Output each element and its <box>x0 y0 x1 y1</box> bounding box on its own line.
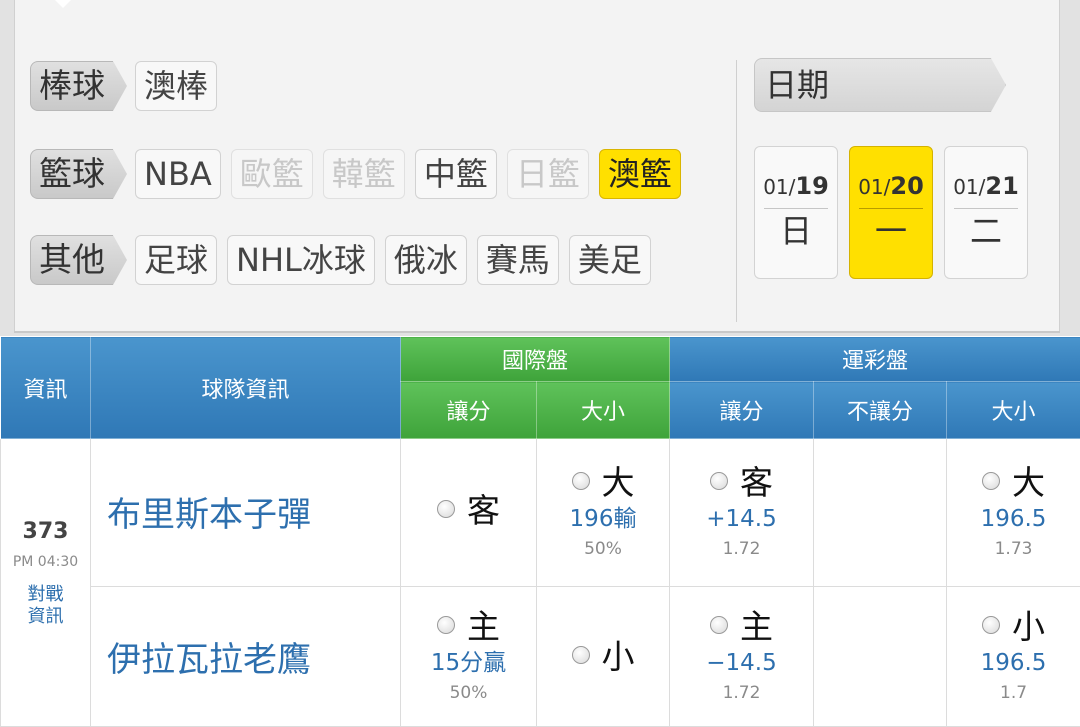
away-lottery-total-cell[interactable]: 大 196.5 1.73 <box>947 439 1080 587</box>
date-day: 20 <box>890 172 923 200</box>
total-odds: 1.7 <box>947 679 1080 707</box>
versus-line2: 資訊 <box>1 606 90 628</box>
league-tag: 歐籃 <box>231 149 313 199</box>
radio-icon[interactable] <box>710 472 728 490</box>
spread-line: 15分贏 <box>401 647 536 679</box>
odds-table: 資訊 球隊資訊 國際盤 運彩盤 讓分 大小 讓分 不讓分 大小 373 PM 0… <box>0 336 1080 727</box>
table-header-row: 資訊 球隊資訊 國際盤 運彩盤 <box>1 337 1080 382</box>
radio-icon[interactable] <box>982 616 1000 634</box>
divider <box>859 208 923 209</box>
league-tag[interactable]: 足球 <box>135 235 217 285</box>
away-lottery-spread-cell[interactable]: 客 +14.5 1.72 <box>670 439 814 587</box>
header-intl-total: 大小 <box>537 382 670 439</box>
radio-icon[interactable] <box>982 472 1000 490</box>
date-month: 01/ <box>858 175 890 199</box>
pick-label: 客 <box>740 463 773 502</box>
divider <box>764 208 828 209</box>
header-info: 資訊 <box>1 337 91 439</box>
versus-info-link[interactable]: 對戰 資訊 <box>1 584 90 628</box>
spread-line: −14.5 <box>670 647 813 679</box>
panel-pointer <box>55 0 71 8</box>
category-other[interactable]: 其他 <box>30 235 113 285</box>
header-sports-lottery: 運彩盤 <box>670 337 1080 382</box>
radio-icon[interactable] <box>572 472 590 490</box>
home-lottery-total-cell[interactable]: 小 196.5 1.7 <box>947 587 1080 727</box>
pick-label: 大 <box>1012 463 1045 502</box>
table-row-away: 373 PM 04:30 對戰 資訊 布里斯本子彈 客 大 196輸 50% 客… <box>1 439 1080 587</box>
category-baseball[interactable]: 棒球 <box>30 61 113 111</box>
away-intl-spread-cell[interactable]: 客 <box>401 439 537 587</box>
radio-icon[interactable] <box>710 616 728 634</box>
category-basketball[interactable]: 籃球 <box>30 149 113 199</box>
away-intl-total-cell[interactable]: 大 196輸 50% <box>537 439 670 587</box>
league-tag[interactable]: 中籃 <box>415 149 497 199</box>
pick-label: 大 <box>602 463 635 502</box>
pick-label: 主 <box>740 607 773 646</box>
date-month: 01/ <box>953 175 985 199</box>
date-header: 日期 <box>754 58 1006 112</box>
date-day: 21 <box>985 172 1018 200</box>
header-lottery-total: 大小 <box>947 382 1080 439</box>
home-lottery-moneyline-cell <box>814 587 947 727</box>
date-weekday: 日 <box>755 211 837 251</box>
home-intl-spread-cell[interactable]: 主 15分贏 50% <box>401 587 537 727</box>
date-option-selected[interactable]: 01/20 一 <box>849 146 933 279</box>
pick-label: 小 <box>602 637 635 676</box>
game-number: 373 <box>1 519 90 544</box>
league-tag-selected[interactable]: 澳籃 <box>599 149 681 199</box>
header-lottery-spread: 讓分 <box>670 382 814 439</box>
header-team-info: 球隊資訊 <box>91 337 401 439</box>
pick-label: 小 <box>1012 607 1045 646</box>
header-intl-spread: 讓分 <box>401 382 537 439</box>
league-tag[interactable]: NBA <box>135 149 221 199</box>
league-tag[interactable]: 賽馬 <box>477 235 559 285</box>
game-info-cell: 373 PM 04:30 對戰 資訊 <box>1 439 91 727</box>
header-lottery-moneyline: 不讓分 <box>814 382 947 439</box>
league-tag: 韓籃 <box>323 149 405 199</box>
league-tag[interactable]: 澳棒 <box>135 61 217 111</box>
spread-odds: 1.72 <box>670 679 813 707</box>
table-row-home: 伊拉瓦拉老鷹 主 15分贏 50% 小 主 −14.5 1.72 小 196.5… <box>1 587 1080 727</box>
date-option[interactable]: 01/21 二 <box>944 146 1028 279</box>
date-month: 01/ <box>763 175 795 199</box>
home-team-name: 伊拉瓦拉老鷹 <box>91 587 401 727</box>
divider <box>736 60 737 322</box>
total-line: 196.5 <box>947 647 1080 679</box>
total-line: 196.5 <box>947 503 1080 535</box>
radio-icon[interactable] <box>437 616 455 634</box>
total-odds: 1.73 <box>947 535 1080 563</box>
spread-percent: 50% <box>401 679 536 707</box>
date-option[interactable]: 01/19 日 <box>754 146 838 279</box>
filter-row-other: 其他 足球 NHL冰球 俄冰 賽馬 美足 <box>30 235 661 285</box>
league-tag: 日籃 <box>507 149 589 199</box>
league-tag[interactable]: NHL冰球 <box>227 235 375 285</box>
filter-row-baseball: 棒球 澳棒 <box>30 61 227 111</box>
radio-icon[interactable] <box>572 646 590 664</box>
home-intl-total-cell[interactable]: 小 <box>537 587 670 727</box>
league-tag[interactable]: 美足 <box>569 235 651 285</box>
total-line: 196輸 <box>537 503 669 535</box>
pick-label: 主 <box>467 607 500 646</box>
away-team-name: 布里斯本子彈 <box>91 439 401 587</box>
total-percent: 50% <box>537 535 669 563</box>
game-time: PM 04:30 <box>1 554 90 570</box>
date-weekday: 二 <box>945 211 1027 251</box>
away-lottery-moneyline-cell <box>814 439 947 587</box>
filter-row-basketball: 籃球 NBA 歐籃 韓籃 中籃 日籃 澳籃 <box>30 149 691 199</box>
league-tag[interactable]: 俄冰 <box>385 235 467 285</box>
header-intl: 國際盤 <box>401 337 670 382</box>
versus-line1: 對戰 <box>1 584 90 606</box>
divider <box>954 208 1018 209</box>
date-weekday: 一 <box>850 211 932 251</box>
radio-icon[interactable] <box>437 500 455 518</box>
date-day: 19 <box>795 172 828 200</box>
filter-panel: 棒球 澳棒 籃球 NBA 歐籃 韓籃 中籃 日籃 澳籃 其他 足球 NHL冰球 … <box>0 0 1080 336</box>
pick-label: 客 <box>467 491 500 530</box>
home-lottery-spread-cell[interactable]: 主 −14.5 1.72 <box>670 587 814 727</box>
spread-line: +14.5 <box>670 503 813 535</box>
spread-odds: 1.72 <box>670 535 813 563</box>
